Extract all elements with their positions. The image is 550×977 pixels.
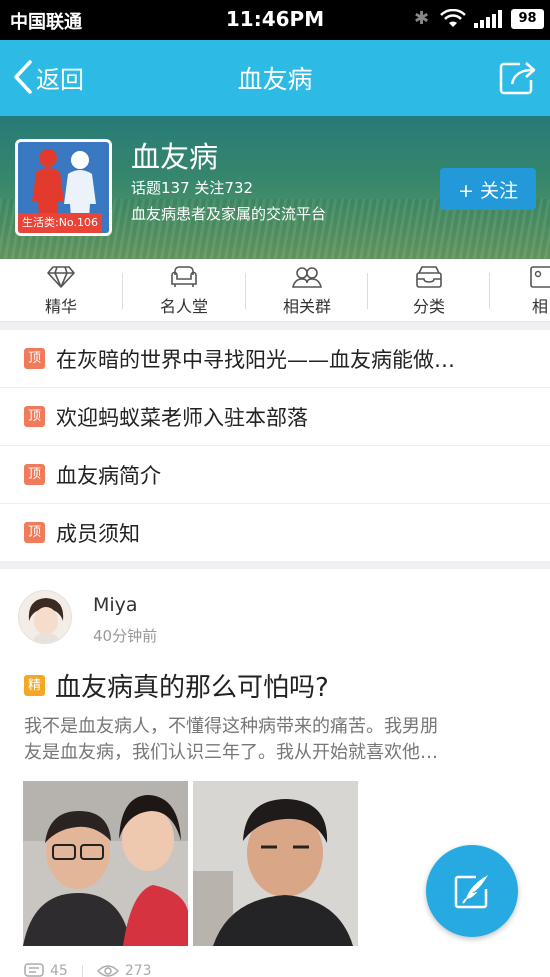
group-description: 血友病患者及家属的交流平台	[131, 205, 327, 223]
tab-label: 相关群	[282, 297, 331, 316]
excerpt-line: 友是血友病，我们认识三年了。我从开始就喜欢他…	[24, 742, 438, 763]
post-meta: 45 273	[24, 963, 152, 977]
sofa-icon	[171, 266, 197, 287]
excerpt-line: 我不是血友病人，不懂得这种病带来的痛苦。我男朋	[24, 716, 438, 737]
battery-indicator: 98	[511, 9, 544, 29]
author-photo	[19, 591, 71, 643]
compose-post-button[interactable]	[426, 845, 518, 937]
photo-icon	[530, 266, 550, 288]
pinned-title: 血友病简介	[56, 464, 161, 488]
eye-icon	[96, 965, 119, 977]
comment-icon	[24, 963, 44, 977]
tab-essence[interactable]: 精华	[0, 259, 122, 322]
group-name: 血友病	[131, 140, 219, 174]
tab-label: 分类	[412, 297, 445, 316]
post-photo[interactable]	[193, 781, 358, 946]
author-name[interactable]: Miya	[93, 594, 138, 616]
pinned-badge: 顶	[24, 348, 45, 369]
post-title[interactable]: 血友病真的那么可怕吗?	[55, 667, 329, 704]
inbox-icon	[416, 266, 442, 288]
pinned-item[interactable]: 顶 成员须知	[0, 504, 550, 562]
pinned-title: 成员须知	[56, 522, 140, 546]
couple-photo	[23, 781, 188, 946]
compose-icon	[454, 875, 488, 909]
page-title: 血友病	[237, 65, 313, 94]
tab-related-groups[interactable]: 相关群	[246, 259, 368, 322]
bluetooth-icon: ✱	[414, 8, 430, 29]
pinned-badge: 顶	[24, 522, 45, 543]
pinned-title: 在灰暗的世界中寻找阳光——血友病能做…	[56, 348, 455, 372]
pinned-badge: 顶	[24, 464, 45, 485]
pinned-item[interactable]: 顶 血友病简介	[0, 446, 550, 504]
comment-count: 45	[50, 963, 68, 977]
nav-bar: 返回 血友病	[0, 40, 550, 116]
post-time: 40分钟前	[93, 627, 158, 645]
tab-label: 相	[532, 297, 549, 316]
clock: 11:46PM	[225, 7, 325, 31]
post-excerpt[interactable]: 我不是血友病人，不懂得这种病带来的痛苦。我男朋 友是血友病，我们认识三年了。我从…	[24, 714, 524, 766]
category-tag: 生活类:No.106	[18, 213, 102, 233]
section-separator	[0, 322, 550, 330]
section-separator	[0, 561, 550, 569]
view-count: 273	[124, 963, 152, 977]
status-bar: 中国联通 11:46PM ✱ 98	[0, 0, 550, 40]
tab-celebrities[interactable]: 名人堂	[123, 259, 245, 322]
tab-bar: 精华 名人堂 相关群 分类 相	[0, 259, 550, 322]
pinned-title: 欢迎蚂蚁菜老师入驻本部落	[56, 406, 308, 430]
tab-label: 精华	[44, 297, 77, 316]
tab-label: 名人堂	[159, 297, 208, 316]
pinned-item[interactable]: 顶 欢迎蚂蚁菜老师入驻本部落	[0, 388, 550, 446]
signal-icon	[474, 10, 502, 28]
share-button[interactable]	[498, 58, 538, 96]
post-photo[interactable]	[23, 781, 188, 946]
group-icon	[291, 267, 323, 288]
author-avatar[interactable]	[18, 590, 72, 644]
pinned-item[interactable]: 顶 在灰暗的世界中寻找阳光——血友病能做…	[0, 330, 550, 388]
group-stats: 话题137 关注732	[131, 179, 254, 197]
tab-album[interactable]: 相	[490, 259, 550, 322]
diamond-icon	[47, 266, 75, 288]
tab-categories[interactable]: 分类	[368, 259, 490, 322]
essence-badge: 精	[24, 675, 45, 696]
group-avatar[interactable]: 生活类:No.106	[15, 139, 112, 236]
wifi-icon	[440, 9, 466, 27]
selfie-photo	[193, 781, 358, 946]
pinned-badge: 顶	[24, 406, 45, 427]
follow-button[interactable]: + 关注	[440, 168, 536, 210]
